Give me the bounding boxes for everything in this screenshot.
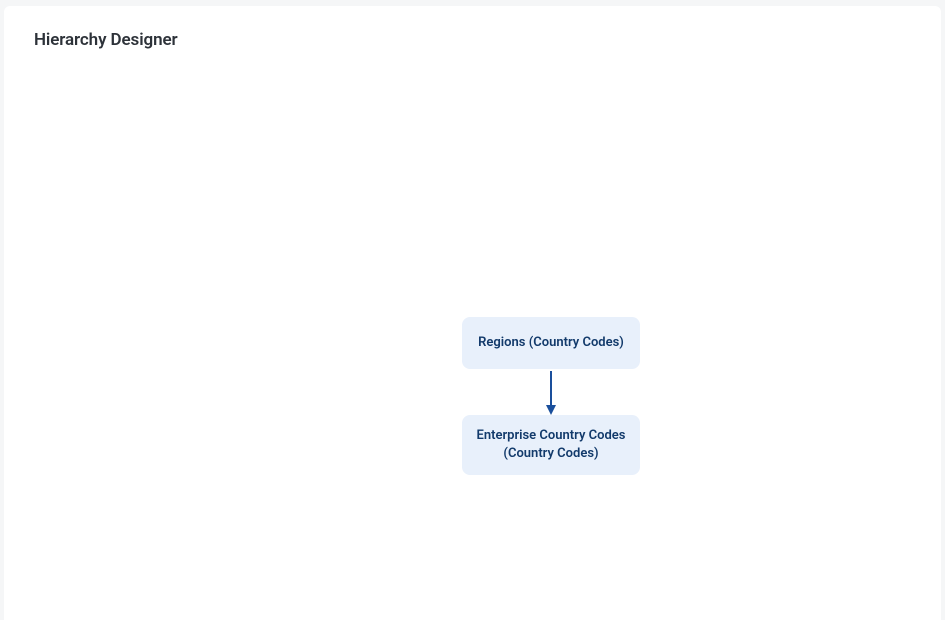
hierarchy-designer-panel: Hierarchy Designer Regions (Country Code…: [4, 6, 941, 620]
diagram-canvas[interactable]: Regions (Country Codes) Enterprise Count…: [4, 6, 941, 620]
hierarchy-node-regions[interactable]: Regions (Country Codes): [462, 317, 640, 369]
node-label: Regions (Country Codes): [478, 334, 624, 352]
node-label: Enterprise Country Codes (Country Codes): [476, 427, 626, 463]
hierarchy-node-enterprise-country-codes[interactable]: Enterprise Country Codes (Country Codes): [462, 415, 640, 475]
arrow-down-icon: [544, 371, 558, 415]
